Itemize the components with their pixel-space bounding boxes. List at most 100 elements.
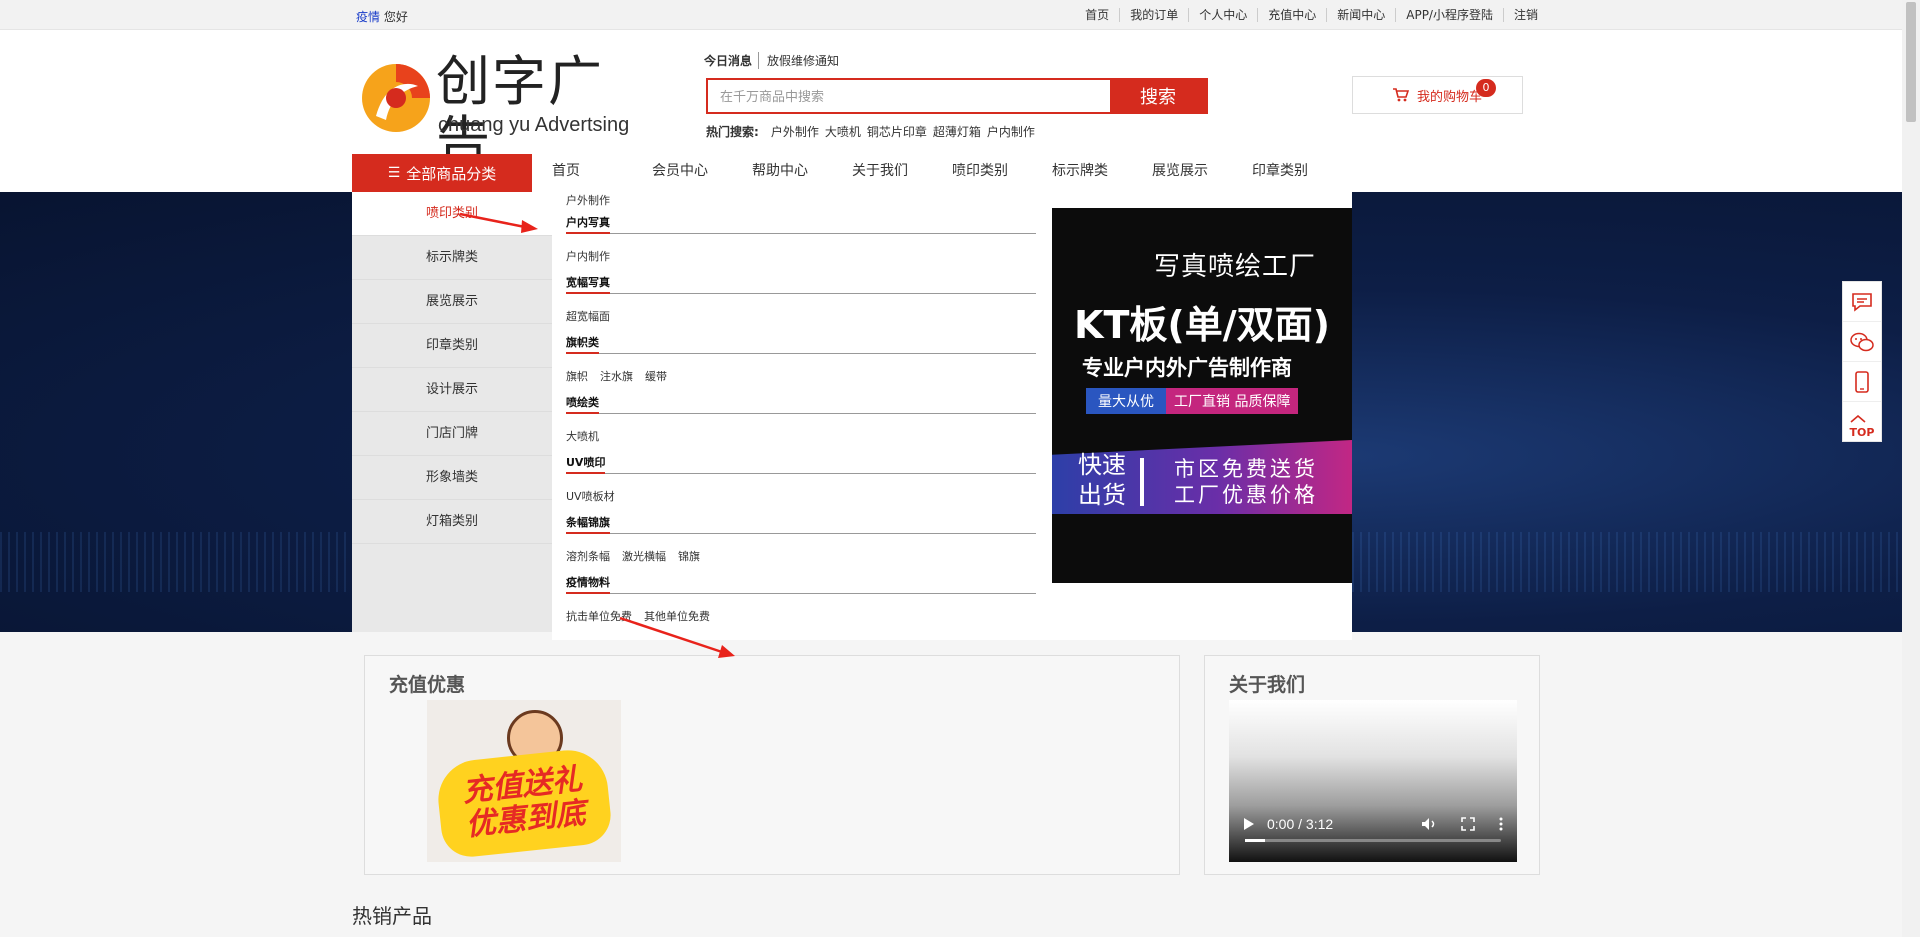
dropdown-subitems: 抗击单位免费 其他单位免费 xyxy=(566,608,710,624)
dropdown-subitems: 户内制作 xyxy=(566,248,610,264)
top-link-profile[interactable]: 个人中心 xyxy=(1189,8,1259,22)
more-vertical-icon[interactable] xyxy=(1499,817,1503,831)
site-logo[interactable]: 创字广告 chuang yu Advertsing xyxy=(356,50,641,172)
greeting-link[interactable]: 疫情 xyxy=(356,10,380,24)
wechat-button[interactable] xyxy=(1843,322,1881,362)
dropdown-subitem[interactable]: 大喷机 xyxy=(566,428,599,444)
recharge-promo-image[interactable]: 充值送礼 优惠到底 xyxy=(427,700,621,862)
dropdown-group-title[interactable]: 户内写真 xyxy=(566,214,1036,234)
ad-line-1: 写真喷绘工厂 xyxy=(1153,252,1316,282)
hot-search-item[interactable]: 大喷机 xyxy=(825,123,861,140)
dropdown-subitem[interactable]: 其他单位免费 xyxy=(644,608,710,624)
category-item-exhibition[interactable]: 展览展示 xyxy=(352,280,552,324)
category-item-stamps[interactable]: 印章类别 xyxy=(352,324,552,368)
ad-promo: 市区免费送货 工厂优惠价格 xyxy=(1174,456,1318,508)
dropdown-subitem[interactable]: 锦旗 xyxy=(678,548,700,564)
search-input[interactable] xyxy=(708,80,1110,112)
about-title: 关于我们 xyxy=(1229,674,1306,696)
dropdown-subitem[interactable]: UV喷板材 xyxy=(566,488,615,504)
nav-item-home[interactable]: 首页 xyxy=(552,154,652,192)
promo-ad-image[interactable]: 写真喷绘工厂 KT板(单/双面) 专业户内外广告制作商 量大从优 工厂直销 品质… xyxy=(1052,208,1352,583)
dropdown-group-title[interactable]: 旗帜类 xyxy=(566,334,1036,354)
video-progress-fill xyxy=(1245,839,1266,842)
dropdown-group-title[interactable]: 疫情物料 xyxy=(566,574,1036,594)
hot-search-item[interactable]: 户内制作 xyxy=(987,123,1035,140)
about-video[interactable]: 0:00 / 3:12 xyxy=(1229,700,1517,862)
dropdown-group-title[interactable]: 条幅锦旗 xyxy=(566,514,1036,534)
fullscreen-icon[interactable] xyxy=(1461,817,1475,831)
wechat-icon xyxy=(1850,332,1874,351)
hot-search-item[interactable]: 铜芯片印章 xyxy=(867,123,927,140)
page-scrollbar[interactable] xyxy=(1902,0,1920,937)
play-icon[interactable] xyxy=(1243,817,1255,831)
category-item-lightbox[interactable]: 灯箱类别 xyxy=(352,500,552,544)
dropdown-subitem[interactable]: 注水旗 xyxy=(600,368,633,384)
hot-search-item[interactable]: 超薄灯箱 xyxy=(933,123,981,140)
dropdown-group-title[interactable]: 喷绘类 xyxy=(566,394,1036,414)
video-controls: 0:00 / 3:12 xyxy=(1243,816,1503,832)
video-controls-right xyxy=(1421,817,1503,831)
all-categories-label: 全部商品分类 xyxy=(406,164,497,183)
top-link-news[interactable]: 新闻中心 xyxy=(1327,8,1397,22)
top-link-orders[interactable]: 我的订单 xyxy=(1120,8,1190,22)
nav-item-member[interactable]: 会员中心 xyxy=(652,154,752,192)
dropdown-subitem[interactable]: 旗帜 xyxy=(566,368,588,384)
cart-button[interactable]: 我的购物车 0 xyxy=(1352,76,1523,114)
ad-line-2: KT板(单/双面) xyxy=(1074,303,1330,347)
cart-count-badge: 0 xyxy=(1476,79,1496,97)
dropdown-group-title[interactable]: 宽幅写真 xyxy=(566,274,1036,294)
nav-item-help[interactable]: 帮助中心 xyxy=(752,154,852,192)
logo-english-name: chuang yu Advertsing xyxy=(438,114,630,136)
section-title-hot-sale: 热销产品 xyxy=(352,904,432,928)
volume-icon[interactable] xyxy=(1421,817,1437,831)
category-item-image-wall[interactable]: 形象墙类 xyxy=(352,456,552,500)
float-toolbar: TOP xyxy=(1842,281,1882,442)
dropdown-subitem[interactable]: 户外制作 xyxy=(566,192,610,208)
ad-promo-line-1: 市区免费送货 xyxy=(1174,457,1318,481)
top-link-recharge[interactable]: 充值中心 xyxy=(1258,8,1328,22)
scrollbar-thumb[interactable] xyxy=(1906,2,1916,122)
all-categories-button[interactable]: ☰ 全部商品分类 xyxy=(352,154,532,192)
back-to-top-button[interactable]: TOP xyxy=(1843,402,1881,442)
dropdown-subitem[interactable]: 激光横幅 xyxy=(622,548,666,564)
notice-item[interactable]: 放假维修通知 xyxy=(759,52,839,69)
list-icon: ☰ xyxy=(387,165,401,181)
nav-item-signage[interactable]: 标示牌类 xyxy=(1052,154,1152,192)
dropdown-subitem[interactable]: 户内制作 xyxy=(566,248,610,264)
top-links: 首页 我的订单 个人中心 充值中心 新闻中心 APP/小程序登陆 注销 xyxy=(1075,8,1538,22)
greeting: 疫情 您好 xyxy=(356,8,408,25)
mobile-icon xyxy=(1855,370,1869,393)
top-icon: TOP xyxy=(1850,407,1874,438)
nav-item-about[interactable]: 关于我们 xyxy=(852,154,952,192)
chat-button[interactable] xyxy=(1843,282,1881,322)
recharge-panel: 充值优惠 充值送礼 优惠到底 xyxy=(364,655,1180,875)
nav-item-exhibition[interactable]: 展览展示 xyxy=(1152,154,1252,192)
category-item-design[interactable]: 设计展示 xyxy=(352,368,552,412)
ad-divider xyxy=(1140,458,1144,506)
nav-items: 首页 会员中心 帮助中心 关于我们 喷印类别 标示牌类 展览展示 印章类别 xyxy=(552,154,1352,192)
nav-item-printing[interactable]: 喷印类别 xyxy=(952,154,1052,192)
top-link-app-login[interactable]: APP/小程序登陆 xyxy=(1396,8,1504,22)
category-item-signage[interactable]: 标示牌类 xyxy=(352,236,552,280)
ad-tag-1: 量大从优 xyxy=(1086,388,1166,414)
dropdown-subitem[interactable]: 超宽幅面 xyxy=(566,308,610,324)
cart-icon xyxy=(1392,88,1409,102)
mobile-button[interactable] xyxy=(1843,362,1881,402)
category-item-storefront[interactable]: 门店门牌 xyxy=(352,412,552,456)
dropdown-subitems: 溶剂条幅 激光横幅 锦旗 xyxy=(566,548,700,564)
notice-title: 今日消息 xyxy=(704,52,760,69)
video-time: 0:00 / 3:12 xyxy=(1267,816,1334,832)
top-link-logout[interactable]: 注销 xyxy=(1504,8,1538,22)
about-panel: 关于我们 0:00 / 3:12 xyxy=(1204,655,1540,875)
video-progress-bar[interactable] xyxy=(1245,839,1501,842)
dropdown-subitem[interactable]: 溶剂条幅 xyxy=(566,548,610,564)
dropdown-subitem[interactable]: 抗击单位免费 xyxy=(566,608,632,624)
search-button[interactable]: 搜索 xyxy=(1110,80,1206,112)
nav-item-stamps[interactable]: 印章类别 xyxy=(1252,154,1352,192)
dropdown-subitem[interactable]: 缓带 xyxy=(645,368,667,384)
dropdown-group-title[interactable]: UV喷印 xyxy=(566,454,1036,474)
ad-promo-line-2: 工厂优惠价格 xyxy=(1174,483,1318,507)
hot-search-item[interactable]: 户外制作 xyxy=(771,123,819,140)
category-item-printing[interactable]: 喷印类别 xyxy=(352,192,552,236)
top-link-home[interactable]: 首页 xyxy=(1075,8,1121,22)
